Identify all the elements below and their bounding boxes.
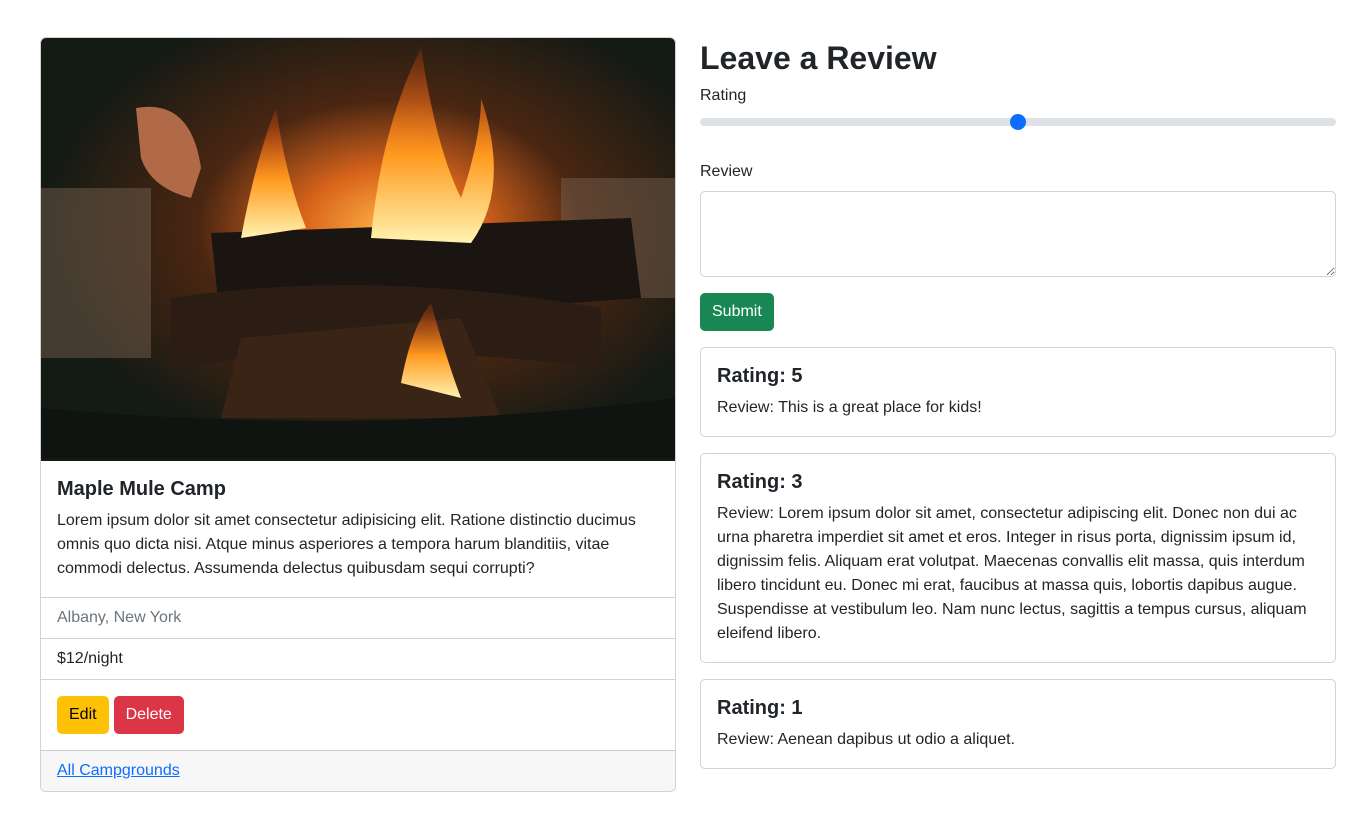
card-footer: All Campgrounds — [41, 750, 675, 791]
edit-button[interactable]: Edit — [57, 696, 109, 734]
card-body: Maple Mule Camp Lorem ipsum dolor sit am… — [41, 461, 675, 597]
rating-slider-thumb[interactable] — [1010, 114, 1026, 130]
review-section: Leave a Review Rating Review Submit Rati… — [700, 38, 1336, 769]
review-card: Rating: 1 Review: Aenean dapibus ut odio… — [700, 679, 1336, 769]
rating-slider[interactable] — [700, 114, 1336, 130]
review-label: Review — [700, 163, 753, 180]
review-rating: Rating: 3 — [717, 471, 803, 493]
delete-button[interactable]: Delete — [113, 696, 184, 734]
review-card: Rating: 5 Review: This is a great place … — [700, 347, 1336, 437]
campground-price: $12/night — [41, 638, 675, 679]
campground-location: Albany, New York — [41, 597, 675, 638]
review-heading: Leave a Review — [700, 40, 937, 76]
review-rating: Rating: 1 — [717, 697, 803, 719]
review-rating: Rating: 5 — [717, 365, 803, 387]
submit-wrap: Submit — [700, 293, 1336, 331]
campground-actions: Edit Delete — [41, 679, 675, 750]
review-text: Review: Aenean dapibus ut odio a aliquet… — [717, 731, 1015, 748]
campground-title: Maple Mule Camp — [57, 478, 226, 500]
campground-card: Maple Mule Camp Lorem ipsum dolor sit am… — [40, 37, 676, 792]
rating-label: Rating — [700, 87, 747, 104]
review-textarea[interactable] — [700, 191, 1336, 277]
campfire-image — [41, 38, 675, 461]
all-campgrounds-link[interactable]: All Campgrounds — [57, 762, 180, 780]
submit-button[interactable]: Submit — [700, 293, 774, 331]
review-text: Review: This is a great place for kids! — [717, 399, 982, 416]
review-card: Rating: 3 Review: Lorem ipsum dolor sit … — [700, 453, 1336, 663]
review-text: Review: Lorem ipsum dolor sit amet, cons… — [717, 505, 1307, 642]
campground-description: Lorem ipsum dolor sit amet consectetur a… — [57, 512, 636, 577]
